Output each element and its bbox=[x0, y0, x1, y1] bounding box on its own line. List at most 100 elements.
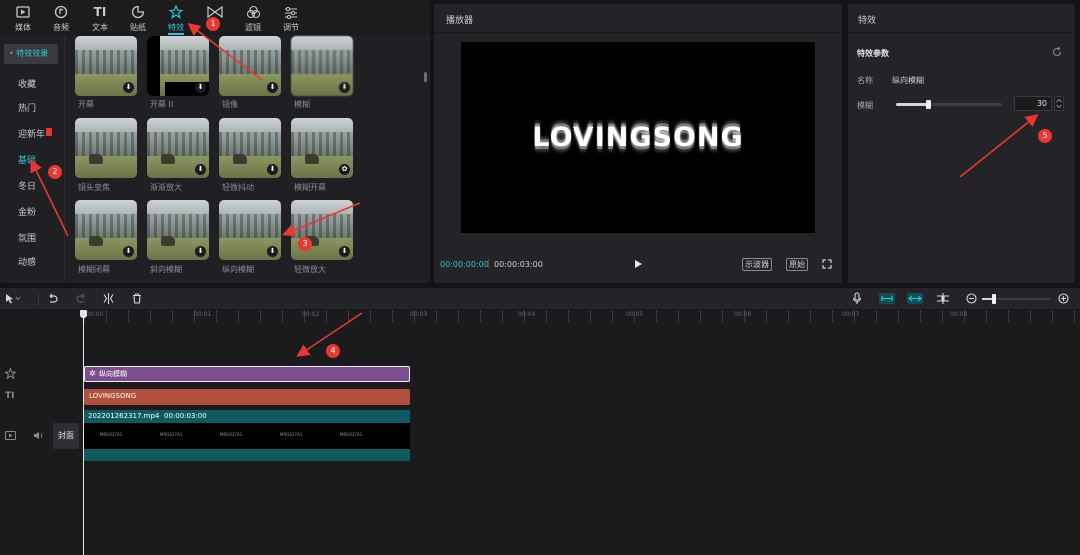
redo-icon[interactable] bbox=[76, 293, 87, 306]
tool-effects[interactable]: 特效 bbox=[159, 4, 193, 35]
split-icon[interactable] bbox=[103, 293, 114, 307]
playhead-line[interactable] bbox=[83, 314, 84, 555]
section-title: 特效参数 bbox=[857, 49, 889, 58]
audio-icon bbox=[44, 4, 78, 20]
play-button[interactable] bbox=[634, 259, 643, 272]
effect-track-icon bbox=[4, 367, 17, 382]
scope-button[interactable]: 示波器 bbox=[742, 258, 772, 271]
media-icon bbox=[6, 4, 40, 20]
text-icon: TI bbox=[93, 5, 107, 19]
effect-thumb-zoom[interactable] bbox=[75, 118, 137, 178]
name-label: 名称 bbox=[857, 76, 873, 85]
effect-thumb-blur-open[interactable]: ✿ bbox=[291, 118, 353, 178]
download-icon[interactable]: ⬇ bbox=[195, 82, 206, 93]
effect-thumb-shake[interactable]: ⬇ bbox=[219, 118, 281, 178]
effect-label: 轻微放大 bbox=[294, 265, 326, 274]
effect-thumb-vertical-blur[interactable]: ⬇ bbox=[219, 200, 281, 260]
player-panel: 播放器 LOVINGSONG 00:00:00:00 00:00:03:00 示… bbox=[434, 4, 842, 283]
effect-clip-icon: ✲ bbox=[89, 369, 96, 378]
player-header-divider bbox=[434, 32, 842, 33]
preview-canvas[interactable]: LOVINGSONG bbox=[461, 42, 815, 233]
download-icon[interactable]: ⬇ bbox=[339, 246, 350, 257]
tool-sticker[interactable]: 贴纸 bbox=[121, 4, 155, 33]
effect-thumb-blur[interactable]: ⬇ bbox=[291, 36, 353, 96]
effect-thumb-blur-close[interactable]: ⬇ bbox=[75, 200, 137, 260]
download-icon[interactable]: ⬇ bbox=[339, 82, 350, 93]
sidebar-item-atmosphere[interactable]: 氛围 bbox=[18, 231, 36, 244]
tool-text[interactable]: TI 文本 bbox=[83, 4, 117, 33]
properties-title: 特效 bbox=[858, 16, 877, 26]
preview-text: LOVINGSONG bbox=[532, 122, 744, 153]
grid-scrollbar[interactable] bbox=[424, 72, 427, 82]
sidebar-item-winter[interactable]: 冬日 bbox=[18, 179, 36, 192]
sidebar-item-dynamic[interactable]: 动感 bbox=[18, 255, 36, 268]
effect-clip[interactable]: ✲ 纵向模糊 bbox=[84, 366, 410, 382]
effect-thumb-open-2[interactable]: ⬇ bbox=[147, 36, 209, 96]
effect-thumb-slight-zoom[interactable]: ⬇ bbox=[291, 200, 353, 260]
download-icon[interactable]: ⬇ bbox=[267, 246, 278, 257]
tool-filter[interactable]: 滤镜 bbox=[236, 4, 270, 33]
frame-caption: MRG017A1 bbox=[100, 432, 123, 437]
video-duration: 00:00:03:00 bbox=[164, 412, 207, 420]
ruler-tick: 00:05 bbox=[626, 311, 644, 318]
reset-icon[interactable] bbox=[1052, 46, 1062, 60]
sidebar-item-hot[interactable]: 热门 bbox=[18, 101, 36, 114]
delete-icon[interactable] bbox=[132, 293, 142, 307]
tool-media[interactable]: 媒体 bbox=[6, 4, 40, 33]
sidebar-header[interactable]: • 特效效果 bbox=[4, 44, 58, 64]
fullscreen-icon[interactable] bbox=[822, 259, 832, 272]
auto-snap-icon[interactable] bbox=[907, 293, 923, 304]
download-icon[interactable]: ⬇ bbox=[195, 164, 206, 175]
blur-slider[interactable] bbox=[896, 100, 1002, 109]
effect-label: 斜向模糊 bbox=[150, 265, 182, 274]
blur-stepper[interactable] bbox=[1054, 96, 1064, 111]
undo-icon[interactable] bbox=[47, 293, 58, 306]
name-value: 纵向模糊 bbox=[892, 76, 924, 85]
preview-axis-icon[interactable] bbox=[936, 293, 950, 307]
download-icon[interactable]: ⬇ bbox=[267, 164, 278, 175]
record-audio-icon[interactable] bbox=[852, 292, 862, 308]
tool-adjust[interactable]: 调节 bbox=[274, 4, 308, 33]
zoom-out-icon[interactable] bbox=[966, 293, 977, 307]
ruler-tick: 00:02 bbox=[302, 311, 320, 318]
select-tool-icon[interactable] bbox=[5, 293, 21, 307]
download-icon[interactable]: ⬇ bbox=[123, 246, 134, 257]
original-ratio-button[interactable]: 原始 bbox=[786, 258, 808, 271]
current-time: 00:00:00:00 bbox=[440, 260, 489, 269]
sidebar-item-basic[interactable]: 基础 bbox=[18, 153, 36, 166]
new-dot-badge bbox=[46, 128, 52, 136]
favorite-icon[interactable]: ✿ bbox=[339, 164, 350, 175]
main-track-magnet-icon[interactable] bbox=[879, 293, 895, 304]
effect-thumb-zoom-in[interactable]: ⬇ bbox=[147, 118, 209, 178]
download-icon[interactable]: ⬇ bbox=[195, 246, 206, 257]
effect-label: 纵向模糊 bbox=[222, 265, 254, 274]
timeline-ruler[interactable] bbox=[84, 310, 1080, 322]
effects-panel: 媒体 音频 TI 文本 贴纸 特效 滤镜 调节 • 特效效果 收藏 热门 迎新年… bbox=[0, 0, 430, 283]
effect-thumb-mirror[interactable]: ⬇ bbox=[219, 36, 281, 96]
zoom-slider[interactable] bbox=[982, 294, 1050, 304]
mute-track-icon[interactable] bbox=[33, 431, 44, 443]
toolbar-divider bbox=[38, 294, 39, 305]
zoom-in-icon[interactable] bbox=[1058, 293, 1069, 307]
effect-thumb-diagonal-blur[interactable]: ⬇ bbox=[147, 200, 209, 260]
blur-slider-handle[interactable] bbox=[925, 100, 931, 109]
frame-caption: MRG017A1 bbox=[340, 432, 363, 437]
annotation-marker: 1 bbox=[206, 17, 220, 31]
effect-label: 模糊开幕 bbox=[294, 183, 326, 192]
effect-thumb-open[interactable]: ⬇ bbox=[75, 36, 137, 96]
effects-icon bbox=[159, 4, 193, 20]
zoom-slider-handle[interactable] bbox=[992, 294, 996, 304]
annotation-marker: 5 bbox=[1038, 129, 1052, 143]
blur-value-input[interactable]: 30 bbox=[1014, 96, 1052, 111]
cover-button[interactable]: 封面 bbox=[53, 423, 79, 449]
video-clip[interactable]: 202201262317.mp4 00:00:03:00 MRG017A1 MR… bbox=[84, 410, 410, 461]
sidebar-item-favorites[interactable]: 收藏 bbox=[18, 77, 36, 90]
download-icon[interactable]: ⬇ bbox=[123, 82, 134, 93]
tool-audio[interactable]: 音频 bbox=[44, 4, 78, 33]
video-file-name: 202201262317.mp4 bbox=[88, 412, 160, 420]
download-icon[interactable]: ⬇ bbox=[267, 82, 278, 93]
sidebar-item-gold[interactable]: 金粉 bbox=[18, 205, 36, 218]
sidebar-item-new-year[interactable]: 迎新年 bbox=[18, 127, 45, 140]
text-clip[interactable]: LOVINGSONG bbox=[84, 389, 410, 405]
playhead-handle[interactable] bbox=[80, 310, 87, 318]
